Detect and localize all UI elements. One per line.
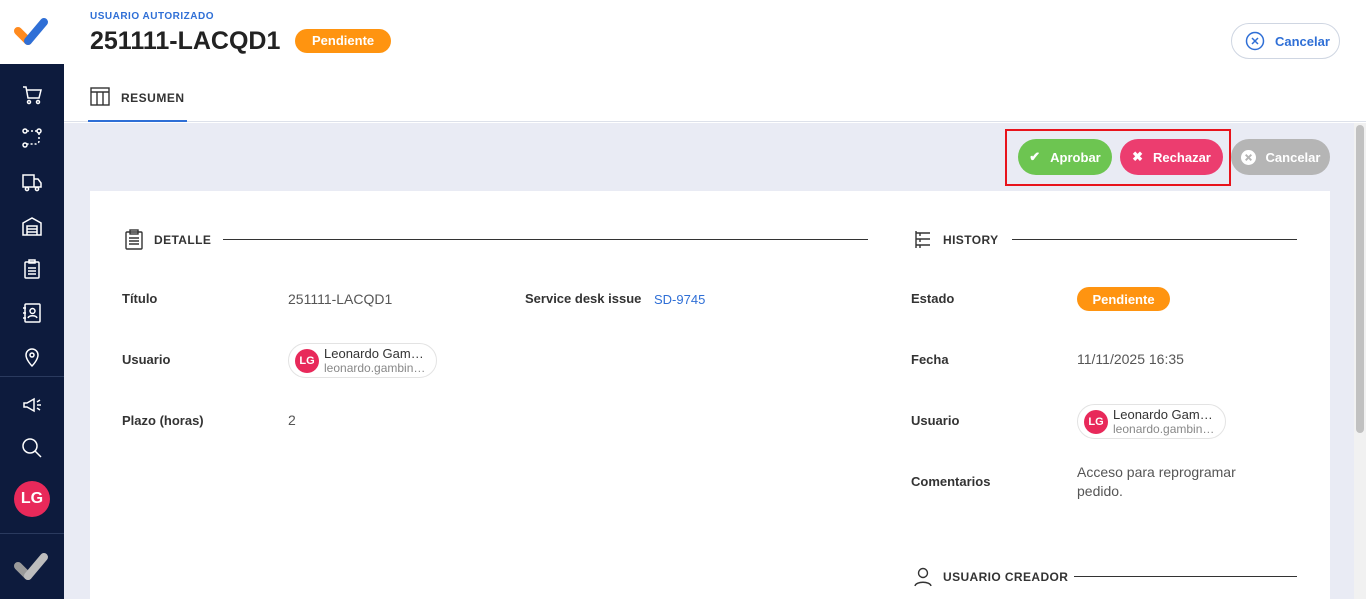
cancel-label: Cancelar (1265, 149, 1321, 165)
user-chip[interactable]: LG Leonardo Gam… leonardo.gambin… (288, 343, 437, 378)
location-pin-icon[interactable] (0, 337, 64, 377)
history-list-icon (915, 231, 930, 248)
megaphone-icon[interactable] (0, 385, 64, 425)
footer-logo (0, 534, 64, 599)
user-email: leonardo.gambin… (1113, 422, 1215, 436)
fecha-label: Fecha (911, 352, 949, 367)
close-circle-icon (1245, 31, 1265, 51)
page-subtitle: USUARIO AUTORIZADO (90, 11, 214, 22)
section-divider (1074, 576, 1297, 577)
estado-label: Estado (911, 291, 955, 306)
logo-icon (14, 18, 48, 45)
section-divider (1012, 239, 1297, 240)
cancel-button[interactable]: Cancelar (1231, 139, 1330, 175)
truck-icon[interactable] (0, 162, 64, 202)
user-avatar[interactable]: LG (14, 481, 50, 517)
history-user-chip[interactable]: LG Leonardo Gam… leonardo.gambin… (1077, 404, 1226, 439)
sidebar: LG (0, 0, 64, 599)
usuario-label: Usuario (122, 352, 171, 367)
plazo-label: Plazo (horas) (122, 413, 204, 428)
user-email: leonardo.gambin… (324, 361, 426, 375)
warehouse-icon[interactable] (0, 206, 64, 246)
history-status-badge: Pendiente (1077, 287, 1170, 311)
sd-link[interactable]: SD-9745 (654, 292, 705, 307)
detalle-header: DETALLE (124, 229, 211, 250)
comentarios-value: Acceso para reprogramar pedido. (1077, 464, 1236, 499)
route-icon[interactable] (0, 118, 64, 158)
history-header: HISTORY (913, 229, 998, 250)
creador-header: USUARIO CREADOR (913, 566, 1068, 587)
header-cancel-label: Cancelar (1275, 33, 1330, 49)
sidebar-divider (0, 376, 64, 377)
status-badge: Pendiente (295, 29, 392, 53)
search-icon[interactable] (0, 428, 64, 468)
avatar: LG (1084, 409, 1108, 434)
tab-label: RESUMEN (121, 91, 185, 105)
history-usuario-label: Usuario (911, 413, 960, 428)
section-divider (223, 239, 868, 240)
avatar: LG (295, 348, 319, 373)
header-cancel-button[interactable]: Cancelar (1231, 23, 1340, 59)
page-header: USUARIO AUTORIZADO 251111-LACQD1 Pendien… (64, 0, 1366, 122)
titulo-label: Título (122, 291, 158, 306)
logo-gray-icon (14, 552, 48, 580)
comentarios-label: Comentarios (911, 474, 991, 489)
cart-icon[interactable] (0, 75, 64, 115)
user-icon (914, 567, 932, 587)
clipboard-icon (125, 229, 143, 250)
fecha-value: 11/11/2025 16:35 (1077, 351, 1184, 367)
tab-resumen[interactable]: RESUMEN (88, 83, 187, 122)
contacts-icon[interactable] (0, 293, 64, 333)
close-circle-icon (1240, 149, 1256, 165)
titulo-value: 251111-LACQD1 (288, 291, 393, 307)
highlight-box (1005, 129, 1231, 186)
detail-card (90, 191, 1330, 599)
page-title: 251111-LACQD1 (90, 27, 281, 55)
user-name: Leonardo Gam… (1113, 407, 1213, 422)
sd-label: Service desk issue (525, 291, 642, 306)
table-icon (90, 87, 110, 106)
history-title: HISTORY (943, 232, 999, 247)
plazo-value: 2 (288, 412, 296, 428)
user-name: Leonardo Gam… (324, 346, 424, 361)
detalle-title: DETALLE (154, 232, 212, 247)
clipboard-icon[interactable] (0, 249, 64, 289)
creador-title: USUARIO CREADOR (943, 569, 1069, 584)
scrollbar[interactable] (1354, 123, 1366, 599)
scrollbar-thumb[interactable] (1356, 125, 1364, 433)
app-logo[interactable] (0, 0, 64, 64)
